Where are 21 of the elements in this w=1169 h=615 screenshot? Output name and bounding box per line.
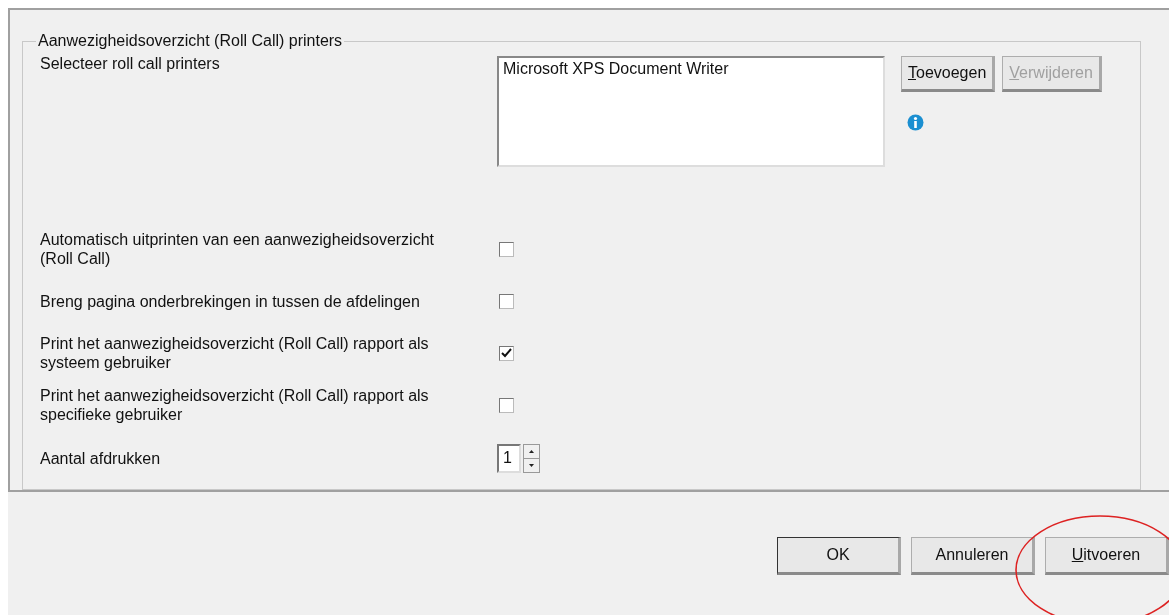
field-label: Selecteer roll call printers: [40, 54, 221, 73]
checkbox[interactable]: [499, 345, 514, 361]
dialog-button[interactable]: OK: [777, 536, 901, 575]
option-label: Automatisch uitprinten van een aanwezigheidsoverzicht (Roll Call): [40, 230, 435, 268]
dialog-button[interactable]: Uitvoeren: [1045, 536, 1169, 575]
option-label: Print het aanwezigheidsoverzicht (Roll Call) rapport als systeem gebruiker: [40, 334, 430, 372]
up-arrow-icon[interactable]: [529, 449, 534, 453]
checkbox[interactable]: [499, 293, 514, 309]
down-arrow-icon[interactable]: [529, 463, 534, 467]
copies-field[interactable]: 1: [497, 443, 521, 473]
checkbox[interactable]: [499, 397, 514, 413]
list-button[interactable]: Toevoegen: [901, 56, 996, 92]
info-icon: [907, 114, 924, 131]
checkbox[interactable]: [499, 241, 514, 257]
option-label: Breng pagina onderbrekingen in tussen de afdelingen: [40, 291, 421, 311]
field-label: Aantal afdrukken: [40, 448, 162, 468]
dialog-button[interactable]: Annuleren: [911, 536, 1035, 575]
printer-list[interactable]: Microsoft XPS Document Writer: [497, 56, 885, 167]
option-label: Print het aanwezigheidsoverzicht (Roll Call) rapport als specifieke gebruiker: [40, 386, 430, 424]
group-title: Aanwezigheidsoverzicht (Roll Call) printers: [37, 32, 344, 50]
list-item[interactable]: Microsoft XPS Document Writer: [503, 60, 879, 78]
